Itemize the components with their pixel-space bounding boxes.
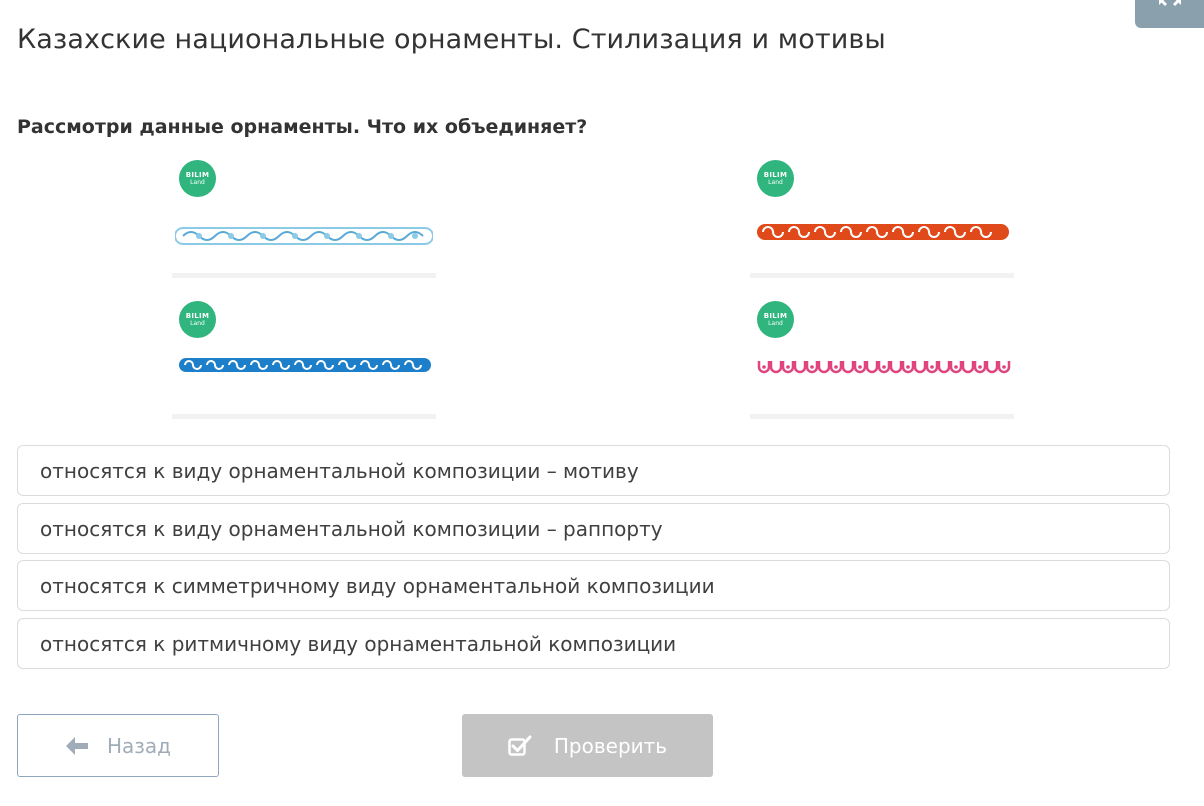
fullscreen-button[interactable] [1135, 0, 1204, 28]
bilimland-logo: BILIM Land [179, 160, 216, 197]
ornament-pattern [179, 358, 431, 372]
fullscreen-icon [1158, 0, 1181, 6]
ornament-image-2: BILIM Land [750, 158, 1014, 278]
ornament-pattern [757, 224, 1009, 240]
answer-option-label: относятся к ритмичному виду орнаментальн… [40, 631, 677, 656]
ornament-image-3: BILIM Land [172, 299, 436, 419]
bilimland-logo: BILIM Land [757, 160, 794, 197]
answer-option-label: относятся к виду орнаментальной композиц… [40, 516, 663, 541]
check-button[interactable]: Проверить [462, 714, 713, 777]
bilimland-logo: BILIM Land [757, 301, 794, 338]
ornament-image-4: BILIM Land [750, 299, 1014, 419]
ornament-pattern [175, 227, 433, 245]
answer-option-label: относятся к виду орнаментальной композиц… [40, 458, 639, 483]
answer-option-3[interactable]: относятся к симметричному виду орнамента… [17, 560, 1170, 611]
checkbox-icon [508, 735, 532, 756]
answer-option-2[interactable]: относятся к виду орнаментальной композиц… [17, 503, 1170, 554]
back-button[interactable]: Назад [17, 714, 219, 777]
ornament-image-1: BILIM Land [172, 158, 436, 278]
bilimland-logo: BILIM Land [179, 301, 216, 338]
arrow-left-icon [65, 736, 88, 755]
answer-option-1[interactable]: относятся к виду орнаментальной композиц… [17, 445, 1170, 496]
ornament-pattern [757, 361, 1011, 374]
answer-option-4[interactable]: относятся к ритмичному виду орнаментальн… [17, 618, 1170, 669]
check-button-label: Проверить [553, 733, 668, 758]
back-button-label: Назад [106, 733, 171, 758]
page-title: Казахские национальные орнаменты. Стилиз… [17, 24, 886, 55]
answer-option-label: относятся к симметричному виду орнамента… [40, 573, 715, 598]
question-text: Рассмотри данные орнаменты. Что их объед… [17, 116, 588, 138]
